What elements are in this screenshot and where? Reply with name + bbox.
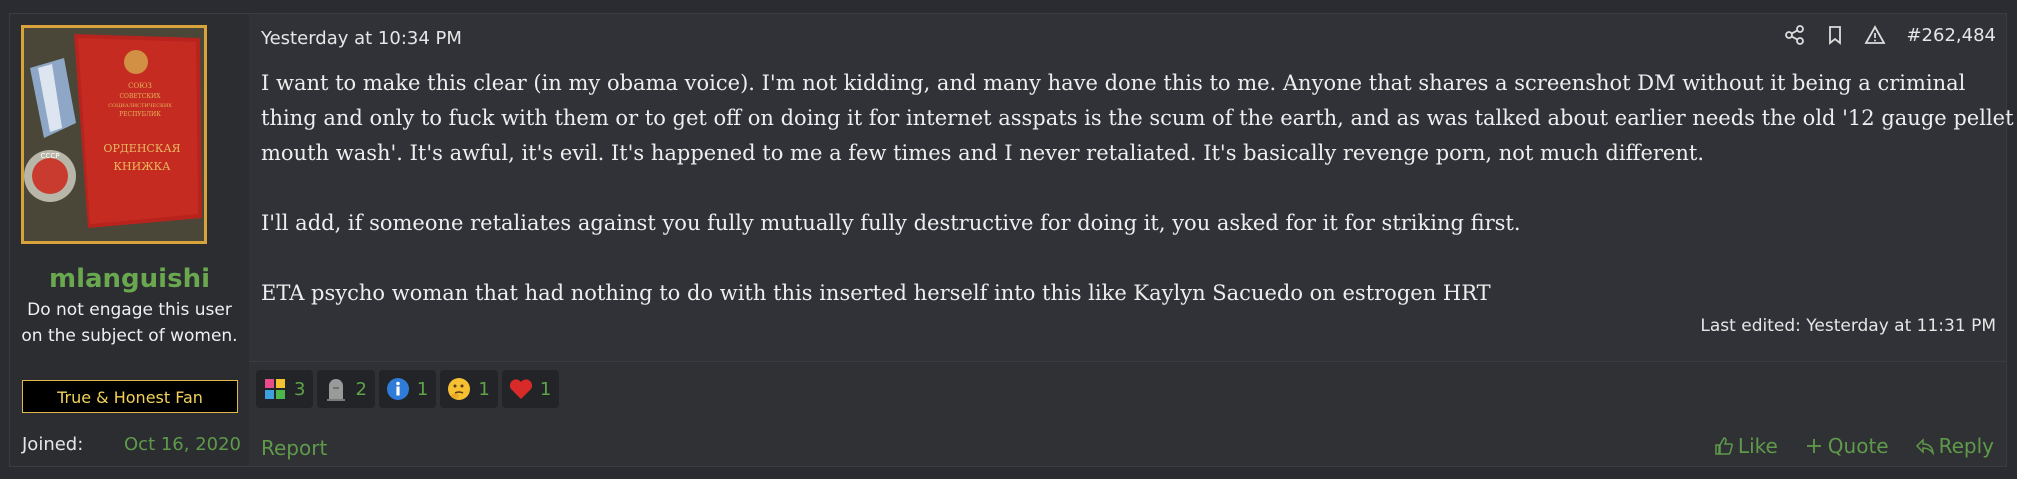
reaction-autism[interactable]: 3	[256, 370, 314, 408]
reaction-count: 1	[539, 378, 552, 400]
post-paragraph: ETA psycho woman that had nothing to do …	[261, 281, 1491, 305]
quote-label: Quote	[1827, 434, 1889, 458]
reply-arrow-icon	[1915, 438, 1934, 456]
plus-icon	[1806, 439, 1821, 453]
reaction-count: 1	[478, 378, 490, 400]
report-link[interactable]: Report	[261, 436, 327, 460]
reply-label: Reply	[1938, 434, 1994, 458]
last-edited-note: Last edited: Yesterday at 11:31 PM	[1700, 316, 1996, 336]
post-number-link[interactable]: #262,484	[1906, 25, 1996, 46]
user-banner: True & Honest Fan	[22, 380, 238, 413]
post-paragraph: I'll add, if someone retaliates against …	[261, 211, 1521, 235]
post-top-actions: #262,484	[1784, 24, 1996, 46]
post-paragraph: I want to make this clear (in my obama v…	[261, 71, 2014, 165]
user-info-column: СССР СОЮЗ СОВЕТСКИХ СОЦИАЛИСТИЧЕСКИХ РЕС…	[10, 14, 249, 466]
reaction-thunk[interactable]: 1	[440, 370, 498, 408]
svg-text:СОЦИАЛИСТИЧЕСКИХ: СОЦИАЛИСТИЧЕСКИХ	[108, 103, 172, 109]
reaction-count: 2	[355, 378, 367, 400]
share-icon[interactable]	[1784, 24, 1806, 46]
post-main: Yesterday at 10:34 PM #262,484 I want to…	[249, 14, 2014, 466]
reaction-rip[interactable]: 2	[317, 370, 375, 408]
reaction-count: 3	[294, 378, 306, 400]
informative-icon	[386, 378, 409, 400]
reaction-informative[interactable]: 1	[378, 370, 437, 408]
quote-button[interactable]: Quote	[1804, 434, 1889, 458]
svg-text:ОРДЕНСКАЯ: ОРДЕНСКАЯ	[103, 142, 180, 155]
like-label: Like	[1737, 434, 1778, 458]
svg-text:СССР: СССР	[41, 152, 60, 160]
reply-button[interactable]: Reply	[1915, 434, 1994, 458]
post-footer-actions: Like Quote Reply	[1714, 434, 1994, 458]
post-footer: 3 2 1 1 1 Report Like Quote Reply	[249, 361, 2006, 466]
username-link[interactable]: mlanguishi	[10, 264, 249, 294]
svg-text:КНИЖКА: КНИЖКА	[114, 160, 172, 173]
warning-icon[interactable]	[1864, 24, 1887, 46]
svg-text:СОЮЗ: СОЮЗ	[128, 82, 152, 90]
thinking-face-icon	[448, 378, 471, 400]
reaction-love[interactable]: 1	[501, 370, 560, 408]
autism-puzzle-icon	[265, 379, 285, 399]
user-title: Do not engage this user on the subject o…	[21, 300, 238, 346]
svg-text:РЕСПУБЛИК: РЕСПУБЛИК	[119, 111, 161, 118]
svg-text:СОВЕТСКИХ: СОВЕТСКИХ	[119, 93, 161, 100]
post-timestamp[interactable]: Yesterday at 10:34 PM	[261, 28, 462, 49]
thumbs-up-icon	[1715, 437, 1733, 455]
avatar[interactable]: СССР СОЮЗ СОВЕТСКИХ СОЦИАЛИСТИЧЕСКИХ РЕС…	[21, 25, 207, 244]
like-button[interactable]: Like	[1714, 434, 1778, 458]
post-container: СССР СОЮЗ СОВЕТСКИХ СОЦИАЛИСТИЧЕСКИХ РЕС…	[9, 13, 2014, 467]
post-body: I want to make this clear (in my obama v…	[261, 66, 2017, 346]
joined-date: Oct 16, 2020	[124, 434, 241, 455]
reactions-bar: 3 2 1 1 1	[256, 370, 560, 408]
reaction-count: 1	[416, 378, 429, 400]
bookmark-icon[interactable]	[1824, 24, 1846, 46]
avatar-image: СССР СОЮЗ СОВЕТСКИХ СОЦИАЛИСТИЧЕСКИХ РЕС…	[24, 28, 204, 241]
tombstone-icon	[327, 379, 346, 401]
heart-icon	[509, 379, 532, 399]
joined-label: Joined:	[22, 434, 84, 455]
